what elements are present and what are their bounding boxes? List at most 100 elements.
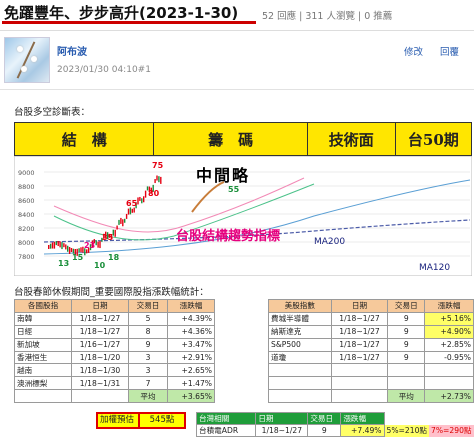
cell: +7.49% xyxy=(340,424,385,437)
candle xyxy=(143,196,145,203)
cell: +3.65% xyxy=(167,389,215,404)
cell: 台積電ADR xyxy=(195,424,257,437)
header-cell-chips: 籌 碼 xyxy=(153,122,308,156)
cell: 費城半導體 xyxy=(268,311,332,326)
candle xyxy=(49,243,52,249)
cell: +4.90% xyxy=(424,324,474,339)
cell xyxy=(330,389,389,404)
cell: 9 xyxy=(128,337,168,352)
cell: 1/16~1/27 xyxy=(71,337,129,352)
table-row: 越南 1/18~1/30 3 +2.65% xyxy=(14,363,215,378)
cell xyxy=(14,389,72,404)
edit-link[interactable]: 修改 xyxy=(404,44,423,58)
candle xyxy=(97,241,99,248)
reply-link[interactable]: 回覆 xyxy=(440,44,459,58)
candle xyxy=(114,229,116,237)
cell: 9 xyxy=(387,324,426,339)
diagnosis-header-table: 結 構 籌 碼 技術面 台50期 xyxy=(13,122,473,156)
candle xyxy=(99,241,101,249)
candle xyxy=(156,175,158,181)
point-label: 15 xyxy=(72,253,84,262)
cell: +5.16% xyxy=(424,311,474,326)
cell: +3.47% xyxy=(167,337,215,352)
avatar[interactable] xyxy=(4,37,50,83)
y-tick-label: 8400 xyxy=(18,211,35,219)
cell: 平均 xyxy=(128,389,168,404)
candle xyxy=(68,247,71,255)
candle xyxy=(57,241,59,247)
avatar-blossom xyxy=(31,56,37,62)
table-row: 納斯達克 1/18~1/27 9 +4.90% xyxy=(268,324,474,339)
chart-title: 台股結構趨勢指標 xyxy=(176,228,280,244)
table-row: 平均 +3.65% xyxy=(14,389,215,404)
taiwan-related-table: 台灣相關 日期 交易日 漲跌幅 台積電ADR 1/18~1/27 9 +7.49… xyxy=(195,412,474,437)
candle xyxy=(78,248,80,253)
cell: +2.73% xyxy=(424,389,474,404)
candle xyxy=(53,241,56,249)
point-label: 13 xyxy=(58,259,69,268)
cell: +2.85% xyxy=(424,337,474,352)
y-tick-label: 9000 xyxy=(18,169,35,177)
cell: +4.39% xyxy=(167,311,215,326)
col-header: 漲跌幅 xyxy=(424,299,474,313)
candle xyxy=(129,207,132,215)
cell: 1/18~1/31 xyxy=(71,376,129,391)
cell: 1/18~1/30 xyxy=(71,363,129,378)
header-cell-structure: 結 構 xyxy=(13,122,155,156)
section-heading-diagnosis: 台股多空診斷表： xyxy=(14,107,91,118)
candle xyxy=(141,198,143,204)
cell-note: 5%=210點 xyxy=(384,424,429,437)
cell xyxy=(71,389,129,404)
avatar-blossom xyxy=(21,66,27,72)
cell: 7 xyxy=(128,376,168,391)
cell: 1/18~1/27 xyxy=(71,311,129,326)
cell: 3 xyxy=(128,363,168,378)
table-row: 新加坡 1/16~1/27 9 +3.47% xyxy=(14,337,215,352)
col-header: 各國股指 xyxy=(14,299,72,313)
us-index-table: 美股指數 日期 交易日 漲跌幅 費城半導體 1/18~1/27 9 +5.16% 納斯達… xyxy=(268,299,474,404)
candle xyxy=(65,244,67,250)
table-body: 南韓 1/18~1/27 5 +4.39% 日經 1/18~1/27 8 +4.36% 新加坡 1… xyxy=(14,311,215,404)
header-cell-tw50: 台50期 xyxy=(394,122,473,156)
candle xyxy=(160,176,162,184)
table-row: S&P500 1/18~1/27 9 +2.85% xyxy=(268,337,474,352)
table-row: 香港恒生 1/18~1/20 3 +2.91% xyxy=(14,350,215,365)
candle xyxy=(139,196,141,201)
candle xyxy=(48,245,50,249)
weighted-value: 545點 xyxy=(138,412,186,429)
col-header: 日期 xyxy=(255,412,309,425)
table-header-row: 台灣相關 日期 交易日 漲跌幅 xyxy=(195,412,474,425)
cell xyxy=(268,376,332,391)
col-header: 漲跌幅 xyxy=(340,412,385,425)
cell: 1/18~1/27 xyxy=(330,324,389,339)
cell xyxy=(330,363,389,378)
y-tick-label: 8000 xyxy=(18,239,35,247)
col-header: 交易日 xyxy=(387,299,426,313)
point-label: 35 xyxy=(102,233,114,242)
y-tick-label: 8600 xyxy=(18,197,35,205)
col-header: 美股指數 xyxy=(268,299,332,313)
table-row: 平均 +2.73% xyxy=(268,389,474,404)
cell: 納斯達克 xyxy=(268,324,332,339)
point-label: 18 xyxy=(108,253,120,262)
cell xyxy=(424,376,474,391)
point-label: 65 xyxy=(126,199,138,208)
point-label: 23 xyxy=(84,241,95,250)
cell: 1/18~1/27 xyxy=(330,337,389,352)
cell xyxy=(387,376,426,391)
cell: 道瓊 xyxy=(268,350,332,365)
header-technical-label: 技術面 xyxy=(328,130,374,149)
cell: +2.65% xyxy=(167,363,215,378)
cell: 1/18~1/20 xyxy=(71,350,129,365)
cell: 香港恒生 xyxy=(14,350,72,365)
candle xyxy=(125,213,128,219)
table-header-row: 美股指數 日期 交易日 漲跌幅 xyxy=(268,299,474,313)
y-tick-label: 8800 xyxy=(18,183,35,191)
divider xyxy=(0,30,474,31)
cell: 5 xyxy=(128,311,168,326)
asia-index-table: 各國股指 日期 交易日 漲跌幅 南韓 1/18~1/27 5 +4.39% 日經 1/18… xyxy=(14,299,215,404)
candle xyxy=(131,208,133,213)
table-row xyxy=(268,363,474,378)
point-label: 55 xyxy=(228,185,240,194)
author-link[interactable]: 阿布波 xyxy=(57,43,87,58)
